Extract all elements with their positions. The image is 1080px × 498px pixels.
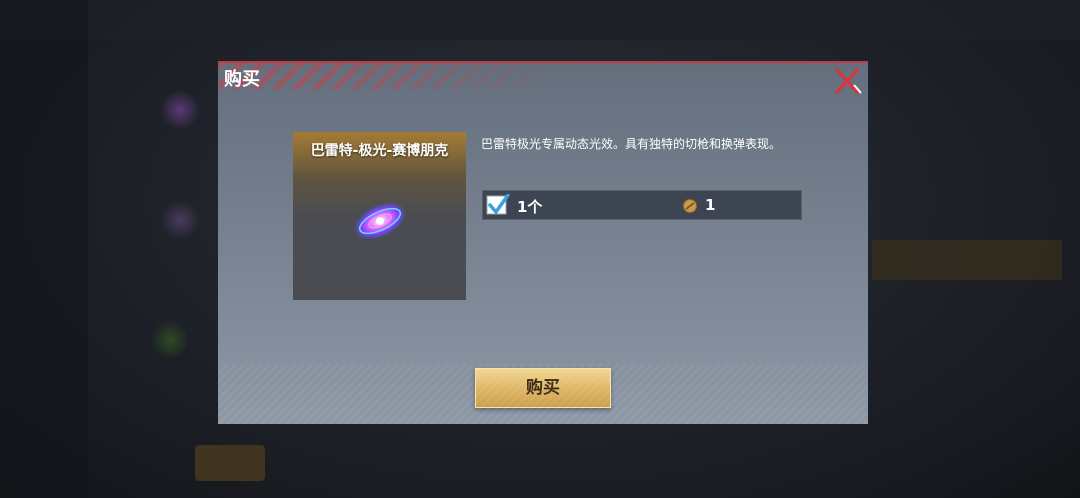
background-item-glow (160, 90, 200, 130)
title-bar-stripes (218, 63, 548, 89)
close-button[interactable] (832, 65, 864, 97)
galaxy-effect-icon (353, 202, 407, 240)
background-top-bar (0, 0, 1080, 40)
item-preview-card: 巴雷特-极光-赛博朋克 (293, 132, 466, 300)
purchase-option-row[interactable]: 1个 1 (482, 190, 802, 220)
close-x-icon (834, 67, 862, 95)
item-description: 巴雷特极光专属动态光效。具有独特的切枪和换弹表现。 (481, 137, 782, 151)
background-panel (872, 240, 1062, 280)
background-button (195, 445, 265, 481)
background-item-glow (160, 200, 200, 240)
checkbox-checked-icon[interactable] (486, 194, 510, 216)
item-name: 巴雷特-极光-赛博朋克 (310, 143, 449, 159)
quantity-label: 1个 (517, 198, 543, 216)
coin-icon (683, 199, 697, 213)
buy-button[interactable]: 购买 (475, 368, 611, 408)
background-left-sidebar (0, 0, 88, 498)
purchase-dialog: 购买 巴雷特-极光-赛博朋克 巴雷特极光专属动态光效。具有独特的切枪和换弹表现。… (218, 61, 868, 424)
dialog-title: 购买 (224, 69, 260, 90)
background-item-glow (150, 320, 190, 360)
price-value: 1 (705, 196, 716, 214)
